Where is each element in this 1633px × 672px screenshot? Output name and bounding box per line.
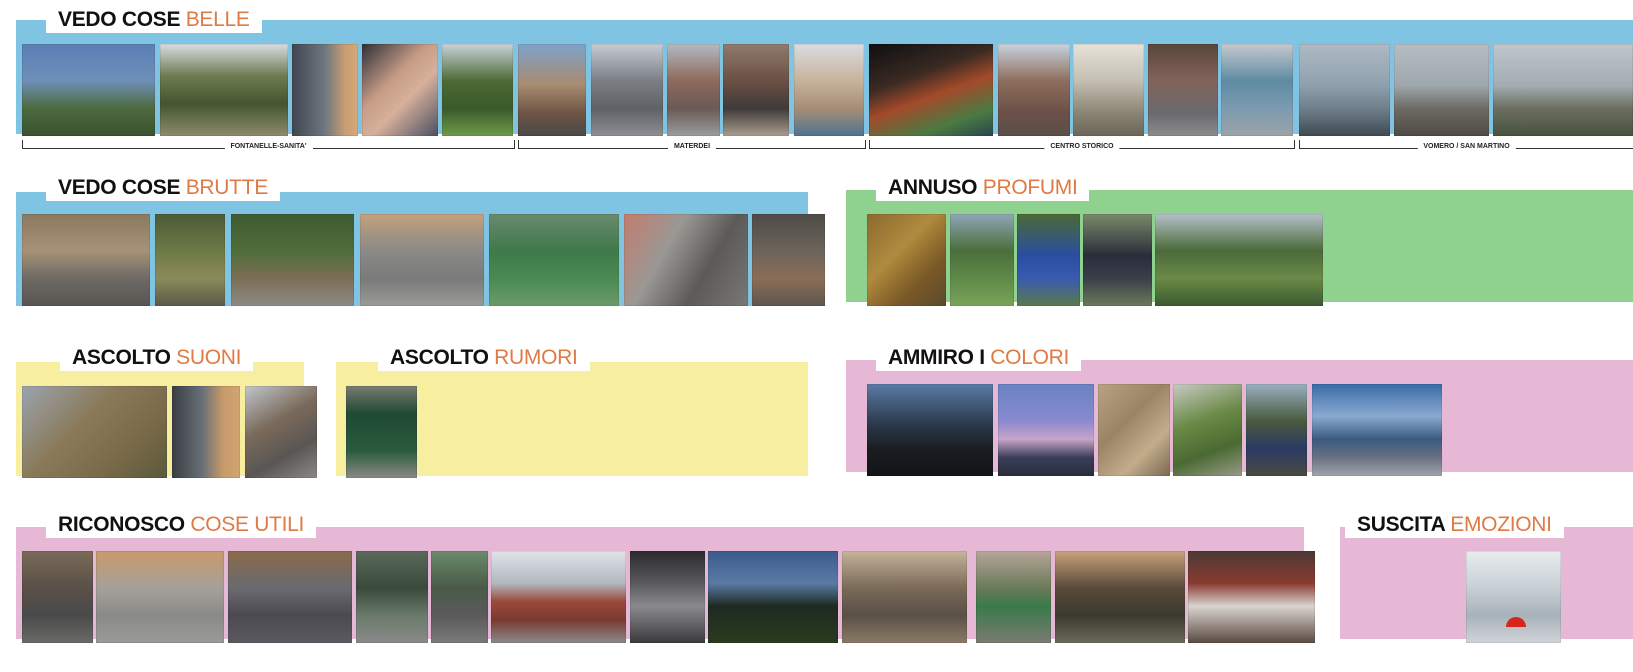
photo-tree-bark-closeup xyxy=(867,214,946,306)
photo-tuff-stone xyxy=(1098,384,1170,476)
photo-pharmacy-evening xyxy=(708,551,838,643)
title-prefix: RICONOSCO xyxy=(58,513,191,536)
photo-metro-station xyxy=(630,551,705,643)
photo-building-window xyxy=(292,44,358,136)
title-prefix: SUSCITA xyxy=(1357,513,1451,536)
title-prefix: AMMIRO I xyxy=(888,346,991,369)
title-accent: COSE UTILI xyxy=(190,513,305,536)
photo-underground-mosaic xyxy=(869,44,993,136)
area-bracket-centro-storico: CENTRO STORICO xyxy=(869,140,1295,152)
title-prefix: VEDO COSE xyxy=(58,8,186,31)
photo-window-shutter xyxy=(172,386,240,478)
section-title-suscita-emozioni: SUSCITA EMOZIONI xyxy=(1345,512,1564,538)
title-accent: SUONI xyxy=(176,346,242,369)
photo-church-tower xyxy=(518,44,586,136)
area-label: VOMERO / SAN MARTINO xyxy=(1417,142,1516,152)
photo-street-bins xyxy=(431,551,488,643)
photo-narrow-alley xyxy=(1148,44,1218,136)
photo-shop-front xyxy=(356,551,428,643)
title-prefix: ANNUSO xyxy=(888,176,983,199)
section-title-annuso-profumi: ANNUSO PROFUMI xyxy=(876,175,1090,201)
photo-rock-cliff xyxy=(22,386,167,478)
photo-painting-red-umbrella xyxy=(1466,551,1561,643)
section-title-ammiro-colori: AMMIRO I COLORI xyxy=(876,345,1082,371)
photo-graffiti-wall xyxy=(360,214,484,306)
section-title-riconosco-utili: RICONOSCO COSE UTILI xyxy=(46,512,317,538)
title-accent: RUMORI xyxy=(494,346,578,369)
photo-blurry-street xyxy=(624,214,748,306)
photo-garbage-wall xyxy=(22,214,150,306)
photo-city-panorama-2 xyxy=(1394,44,1489,136)
photo-building-balcony xyxy=(842,551,967,643)
section-title-vedo-belle: VEDO COSE BELLE xyxy=(46,7,262,33)
photo-kids-garden xyxy=(950,214,1014,306)
title-accent: PROFUMI xyxy=(982,176,1078,199)
section-title-vedo-brutte: VEDO COSE BRUTTE xyxy=(46,175,280,201)
title-prefix: ASCOLTO xyxy=(390,346,495,369)
photo-castle-on-hill xyxy=(22,44,155,136)
red-umbrella-icon xyxy=(1506,617,1526,627)
title-accent: EMOZIONI xyxy=(1450,513,1552,536)
photo-overgrown-slope xyxy=(155,214,225,306)
photo-trees-park xyxy=(160,44,288,136)
area-bracket-vomero: VOMERO / SAN MARTINO xyxy=(1299,140,1633,152)
photo-dark-hills xyxy=(867,384,993,476)
photo-ornate-building xyxy=(794,44,864,136)
section-title-ascolto-rumori: ASCOLTO RUMORI xyxy=(378,345,590,371)
title-prefix: ASCOLTO xyxy=(72,346,177,369)
title-prefix: VEDO COSE xyxy=(58,176,186,199)
photo-cobbled-street xyxy=(228,551,352,643)
photo-green-gate xyxy=(346,386,417,478)
area-label: FONTANELLE-SANITA' xyxy=(224,142,313,152)
area-bracket-materdei: MATERDEI xyxy=(518,140,866,152)
photo-olive-tree xyxy=(442,44,513,136)
photo-street-view xyxy=(591,44,663,136)
photo-street-sign xyxy=(667,44,720,136)
title-accent: COLORI xyxy=(990,346,1070,369)
photo-parked-car xyxy=(231,214,354,306)
photo-kids-walking xyxy=(1246,384,1307,476)
photo-market-stall xyxy=(1221,44,1293,136)
photo-city-panorama-1 xyxy=(1299,44,1390,136)
photo-sports-field xyxy=(489,214,619,306)
photo-shop-window xyxy=(1188,551,1315,643)
photo-child-plant xyxy=(1083,214,1152,306)
title-accent: BRUTTE xyxy=(185,176,269,199)
photo-bay-view xyxy=(1312,384,1442,476)
photo-cloister-arches xyxy=(1073,44,1144,136)
photo-hand-holding xyxy=(362,44,438,136)
area-bracket-fontanelle: FONTANELLE-SANITA' xyxy=(22,140,515,152)
photo-child-smelling xyxy=(1017,214,1080,306)
area-label: MATERDEI xyxy=(667,142,717,152)
photo-city-panorama-3 xyxy=(1493,44,1633,136)
photo-sunset-sky xyxy=(998,384,1094,476)
photo-graffiti-door xyxy=(752,214,825,306)
photo-church-facade xyxy=(998,44,1070,136)
photo-moss-tree xyxy=(1173,384,1242,476)
photo-fountain-street xyxy=(96,551,224,643)
area-label: CENTRO STORICO xyxy=(1044,142,1120,152)
photo-shop-awning xyxy=(1055,551,1185,643)
photo-tilted-street xyxy=(245,386,317,478)
photo-storefront-green xyxy=(976,551,1051,643)
photo-stairway-alley xyxy=(22,551,93,643)
section-title-ascolto-suoni: ASCOLTO SUONI xyxy=(60,345,254,371)
photo-decorated-door xyxy=(723,44,789,136)
photo-kids-orchard xyxy=(1155,214,1323,306)
title-accent: BELLE xyxy=(185,8,250,31)
photo-stadium xyxy=(491,551,626,643)
